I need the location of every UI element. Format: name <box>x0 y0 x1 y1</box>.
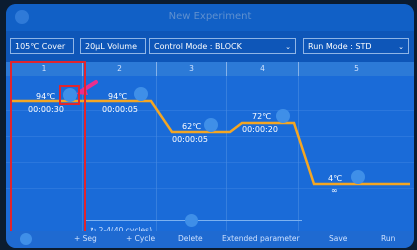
cycle-drag-handle[interactable] <box>185 214 198 227</box>
selected-step-highlight <box>59 85 80 105</box>
step-4-time[interactable]: 00:00:20 <box>242 125 278 134</box>
step-2-time[interactable]: 00:00:05 <box>102 105 138 114</box>
step-5-time[interactable]: ∞ <box>331 186 338 195</box>
add-cycle-button[interactable]: + Cycle <box>126 234 155 243</box>
step-3-time[interactable]: 00:00:05 <box>172 135 208 144</box>
step-5-edit-handle[interactable] <box>351 170 365 184</box>
save-button[interactable]: Save <box>329 234 347 243</box>
run-button[interactable]: Run <box>381 234 395 243</box>
step-3-temp[interactable]: 62℃ <box>182 122 201 131</box>
add-seg-button[interactable]: + Seg <box>74 234 97 243</box>
step-2-edit-handle[interactable] <box>134 87 148 101</box>
extended-parameter-button[interactable]: Extended parameter <box>222 234 300 243</box>
app-screen: New Experiment 105℃ Cover 20μL Volume Co… <box>6 4 414 248</box>
back-icon[interactable] <box>20 233 32 245</box>
step-2-temp[interactable]: 94℃ <box>108 92 127 101</box>
bottom-toolbar: + Seg + Cycle Delete Extended parameter … <box>6 231 414 248</box>
step-5-temp[interactable]: 4℃ <box>328 174 342 183</box>
step-4-edit-handle[interactable] <box>276 109 290 123</box>
delete-button[interactable]: Delete <box>178 234 203 243</box>
step-3-edit-handle[interactable] <box>204 118 218 132</box>
step-4-temp[interactable]: 72℃ <box>252 112 271 121</box>
